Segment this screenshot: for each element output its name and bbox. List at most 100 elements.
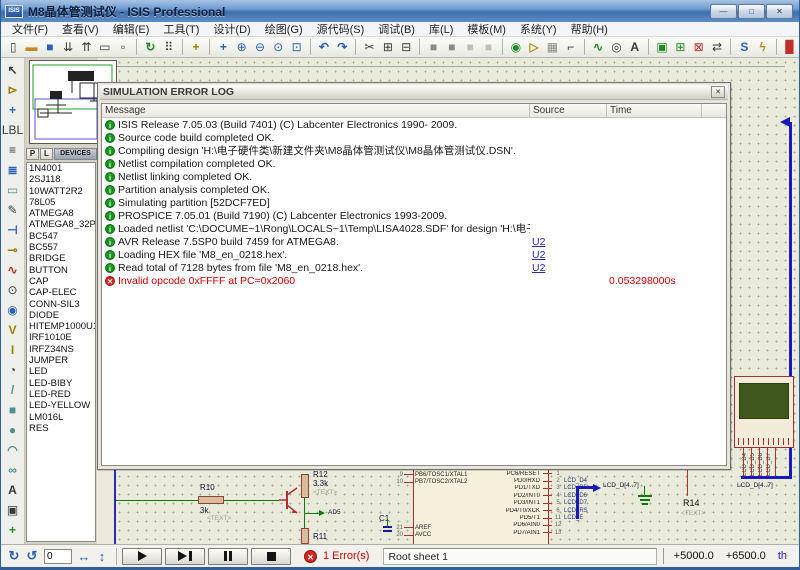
maximize-button[interactable]: □ (738, 4, 765, 19)
r12-ref[interactable]: R12 (313, 470, 328, 479)
device-list-item[interactable]: DIODE (27, 310, 95, 321)
log-row[interactable]: i Partition analysis completed OK. (102, 183, 726, 196)
device-list-item[interactable]: LED-BIBY (27, 378, 95, 389)
log-row[interactable]: i Compiling design 'H:\电子硬件类\新建文件夹\M8晶体管… (102, 144, 726, 157)
decompose-icon[interactable]: ⌐ (562, 38, 580, 56)
log-row[interactable]: i Loading HEX file 'M8_en_0218.hex'. U2 (102, 248, 726, 261)
close-button[interactable]: ✕ (766, 4, 793, 19)
log-source-link[interactable]: U2 (530, 262, 607, 274)
r11-ref[interactable]: R11 (313, 532, 327, 541)
packaging-tool-icon[interactable]: ▦ (543, 38, 561, 56)
log-row[interactable]: i Simulating partition [52DCF7ED] (102, 196, 726, 209)
goto-sheet-icon[interactable]: ⇄ (708, 38, 726, 56)
redraw-icon[interactable]: ↻ (141, 38, 159, 56)
block-rotate-icon[interactable]: ■ (461, 38, 479, 56)
device-list-item[interactable]: BRIDGE (27, 253, 95, 264)
remove-sheet-icon[interactable]: ⊠ (690, 38, 708, 56)
device-list-item[interactable]: CAP-ELEC (27, 287, 95, 298)
log-source-link[interactable]: U2 (530, 249, 607, 261)
ic-pin[interactable]: 21 AREF (393, 524, 431, 531)
zoom-out-icon[interactable]: ⊖ (251, 38, 269, 56)
menu-item[interactable]: 源代码(S) (310, 21, 372, 37)
device-list-item[interactable]: CONN-SIL3 (27, 299, 95, 310)
property-assignment-icon[interactable]: A (626, 38, 644, 56)
subcircuit-icon[interactable]: ▭ (3, 180, 23, 200)
menu-item[interactable]: 设计(D) (206, 21, 257, 37)
r12-value[interactable]: 3.3k (313, 479, 328, 488)
error-log-list[interactable]: Message Source Time i ISIS Release 7.05.… (101, 103, 727, 466)
pause-button[interactable] (208, 548, 248, 565)
step-button[interactable] (165, 548, 205, 565)
ic-pin[interactable]: 10 PB7/TOSC2/XTAL2 (393, 478, 467, 485)
device-list-item[interactable]: 78L05 (27, 197, 95, 208)
log-row[interactable]: ✕ Invalid opcode 0xFFFF at PC=0x2060 0.0… (102, 274, 726, 287)
ic-pin[interactable]: PD5/T1 11 LCD_E (415, 514, 615, 521)
device-list-item[interactable]: 10WATT2R2 (27, 186, 95, 197)
device-list-item[interactable]: LED-RED (27, 389, 95, 400)
generator-mode-icon[interactable]: ◉ (3, 300, 23, 320)
new-file-icon[interactable]: ▯ (4, 38, 22, 56)
error-indicator-icon[interactable]: ✕ (304, 550, 317, 563)
import-section-icon[interactable]: ⇊ (59, 38, 77, 56)
flip-vertical-button[interactable]: ↕ (93, 549, 111, 564)
resistor-r10[interactable] (198, 496, 224, 504)
symbol-2d-icon[interactable]: ▣ (3, 500, 23, 520)
box-2d-icon[interactable]: ■ (3, 400, 23, 420)
tape-recorder-icon[interactable]: ⊙ (3, 280, 23, 300)
r10-value[interactable]: 3k (200, 506, 208, 515)
toggle-grid-icon[interactable]: ⠿ (160, 38, 178, 56)
paste-icon[interactable]: ⊟ (397, 38, 415, 56)
log-row[interactable]: i Read total of 7128 bytes from file 'M8… (102, 261, 726, 274)
flip-horizontal-button[interactable]: ↔ (75, 549, 93, 564)
device-list-item[interactable]: RES (27, 423, 95, 434)
menu-item[interactable]: 绘图(G) (258, 21, 310, 37)
text-script-icon[interactable]: ≡ (3, 140, 23, 160)
menu-item[interactable]: 帮助(H) (564, 21, 615, 37)
log-row[interactable]: i AVR Release 7.5SP0 build 7459 for ATME… (102, 235, 726, 248)
make-device-icon[interactable]: ▷ (525, 38, 543, 56)
voltage-probe-icon[interactable]: V (3, 320, 23, 340)
search-tag-icon[interactable]: ◎ (607, 38, 625, 56)
copy-icon[interactable]: ⊞ (379, 38, 397, 56)
menu-item[interactable]: 工具(T) (156, 21, 206, 37)
device-list-item[interactable]: ATMEGA8_32PIN (27, 219, 95, 230)
column-message[interactable]: Message (102, 104, 530, 117)
log-row[interactable]: i Loaded netlist 'C:\DOCUME~1\Rong\LOCAL… (102, 222, 726, 235)
ic-pin[interactable]: PD2/INT0 4 LCD_D6 (415, 492, 615, 499)
log-row[interactable]: i ISIS Release 7.05.03 (Build 7401) (C) … (102, 118, 726, 131)
library-button[interactable]: L (40, 148, 53, 160)
dialog-close-button[interactable]: ✕ (711, 86, 725, 98)
device-list-item[interactable]: LM016L (27, 412, 95, 423)
menu-item[interactable]: 查看(V) (55, 21, 106, 37)
menu-item[interactable]: 库(L) (422, 21, 460, 37)
r10-ref[interactable]: R10 (200, 483, 215, 492)
circle-2d-icon[interactable]: ● (3, 420, 23, 440)
column-time[interactable]: Time (607, 104, 702, 117)
ic-pin[interactable]: PD3/INT1 5 LCD_D7 (415, 500, 615, 507)
wire-label-icon[interactable]: LBL (3, 120, 23, 140)
device-list-item[interactable]: ATMEGA8 (27, 208, 95, 219)
design-explorer-icon[interactable]: ▣ (653, 38, 671, 56)
pick-parts-button[interactable]: P (26, 148, 39, 160)
log-row[interactable]: i Netlist compilation completed OK. (102, 157, 726, 170)
instant-edit-icon[interactable]: ✎ (3, 200, 23, 220)
device-list-item[interactable]: BC557 (27, 242, 95, 253)
erc-icon[interactable]: ϟ (754, 38, 772, 56)
play-button[interactable] (122, 548, 162, 565)
bus-ic-horizontal[interactable] (576, 486, 593, 489)
open-file-icon[interactable]: ▬ (22, 38, 40, 56)
stop-button[interactable] (251, 548, 291, 565)
r14-ref[interactable]: R14 (683, 498, 700, 508)
device-list-item[interactable]: CAP (27, 276, 95, 287)
lcd-component[interactable] (734, 376, 794, 448)
resistor-r11[interactable] (301, 528, 309, 544)
menu-item[interactable]: 模板(M) (460, 21, 513, 37)
component-mode-icon[interactable]: ⊳ (3, 80, 23, 100)
ic-pin[interactable]: PD6/AIN0 12 (415, 522, 615, 529)
pan-icon[interactable]: + (214, 38, 232, 56)
save-file-icon[interactable]: ■ (41, 38, 59, 56)
net-terminal-icon[interactable] (319, 510, 325, 516)
device-pin-icon[interactable]: ⊸ (3, 240, 23, 260)
ic-pin[interactable]: 9 PB6/TOSC1/XTAL1 (393, 471, 467, 478)
netlist-ares-icon[interactable]: ▉ (781, 38, 799, 56)
